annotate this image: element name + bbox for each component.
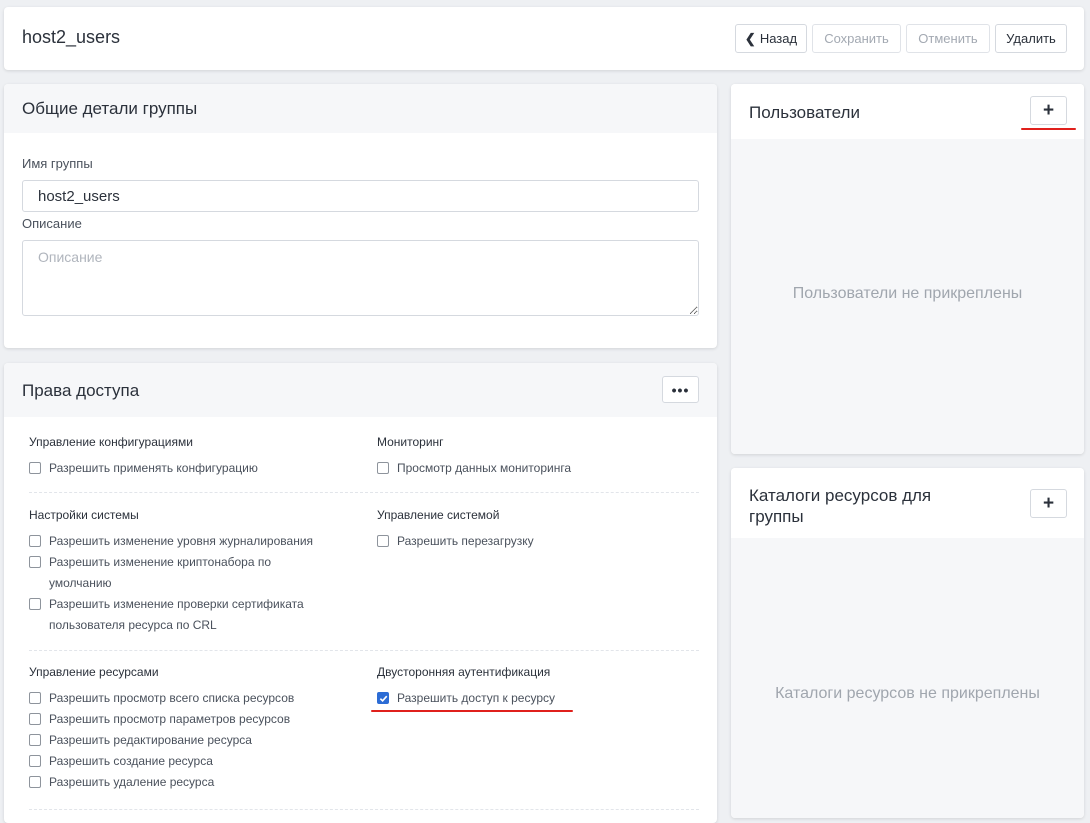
permission-item-label: Разрешить просмотр всего списка ресурсов <box>49 691 295 705</box>
checkbox[interactable] <box>377 462 389 474</box>
general-details-card: Общие детали группы Имя группы Описание <box>4 84 717 348</box>
permission-item-label: Просмотр данных мониторинга <box>397 461 572 475</box>
permission-group-title: Мониторинг <box>377 435 444 449</box>
back-button-label: Назад <box>759 31 798 46</box>
add-user-button[interactable]: + <box>1030 96 1067 125</box>
permission-item[interactable]: Разрешить создание ресурса <box>29 751 359 772</box>
card-header: Каталоги ресурсов для группы + <box>731 468 1084 538</box>
divider <box>29 809 699 810</box>
checkbox[interactable] <box>29 734 41 746</box>
permissions-card: Права доступа ••• Управление конфигураци… <box>4 363 717 823</box>
permission-item-label: Разрешить просмотр параметров ресурсов <box>49 712 291 726</box>
resource-catalogs-title: Каталоги ресурсов для группы <box>749 486 932 526</box>
permission-item[interactable]: Разрешить применять конфигурацию <box>29 458 359 479</box>
cancel-button-label: Отменить <box>918 31 978 46</box>
delete-button[interactable]: Удалить <box>995 24 1067 53</box>
permission-group-title: Двусторонняя аутентификация <box>377 665 551 679</box>
group-name-input[interactable] <box>22 180 699 212</box>
description-input[interactable] <box>22 240 699 316</box>
checkbox[interactable] <box>377 692 389 704</box>
permission-group-title: Управление ресурсами <box>29 665 159 679</box>
divider <box>29 492 699 493</box>
cancel-button[interactable]: Отменить <box>906 24 990 53</box>
permission-group: Двусторонняя аутентификация Разрешить до… <box>377 665 697 709</box>
permission-item-label: Разрешить изменение криптонабора по умол… <box>49 555 272 590</box>
permission-group-title: Настройки системы <box>29 508 139 522</box>
catalogs-empty-message: Каталоги ресурсов не прикреплены <box>775 685 1040 702</box>
resource-catalogs-card: Каталоги ресурсов для группы + Каталоги … <box>731 468 1084 818</box>
save-button[interactable]: Сохранить <box>812 24 901 53</box>
users-empty-message: Пользователи не прикреплены <box>792 285 1023 302</box>
users-title: Пользователи <box>749 103 860 122</box>
divider <box>29 650 699 651</box>
checkbox[interactable] <box>29 713 41 725</box>
permission-item[interactable]: Разрешить просмотр всего списка ресурсов <box>29 688 359 709</box>
permission-item-label: Разрешить перезагрузку <box>397 534 534 548</box>
checkbox[interactable] <box>29 535 41 547</box>
permission-item-label: Разрешить доступ к ресурсу <box>397 691 556 705</box>
plus-icon: + <box>1042 100 1055 121</box>
permission-group: Управление системой Разрешить перезагруз… <box>377 508 697 552</box>
more-options-button[interactable]: ••• <box>662 376 699 403</box>
permission-group-title: Управление системой <box>377 508 500 522</box>
plus-icon: + <box>1042 493 1055 514</box>
highlight-underline <box>1021 128 1076 130</box>
checkbox[interactable] <box>29 776 41 788</box>
page-header: host2_users ❮ Назад Сохранить Отменить У… <box>4 7 1084 70</box>
permission-item-label: Разрешить редактирование ресурса <box>49 733 252 747</box>
checkbox[interactable] <box>377 535 389 547</box>
permission-item[interactable]: Разрешить изменение криптонабора по умол… <box>29 552 334 594</box>
permission-item[interactable]: Разрешить просмотр параметров ресурсов <box>29 709 359 730</box>
permission-item[interactable]: Просмотр данных мониторинга <box>377 458 697 479</box>
permission-item[interactable]: Разрешить изменение проверки сертификата… <box>29 594 334 636</box>
permission-item[interactable]: Разрешить удаление ресурса <box>29 772 359 793</box>
checkbox[interactable] <box>29 462 41 474</box>
permission-item[interactable]: Разрешить изменение уровня журналировани… <box>29 531 334 552</box>
permission-item-label: Разрешить создание ресурса <box>49 754 213 768</box>
permissions-title: Права доступа <box>22 381 140 400</box>
delete-button-label: Удалить <box>1006 31 1056 46</box>
permission-item-label: Разрешить удаление ресурса <box>49 775 215 789</box>
permission-group: Управление ресурсами Разрешить просмотр … <box>29 665 359 793</box>
card-header: Пользователи + <box>731 84 1084 139</box>
permission-group: Мониторинг Просмотр данных мониторинга <box>377 435 697 479</box>
checkbox[interactable] <box>29 692 41 704</box>
checkbox[interactable] <box>29 755 41 767</box>
permission-group: Управление конфигурациями Разрешить прим… <box>29 435 359 479</box>
permission-item-label: Разрешить изменение уровня журналировани… <box>49 534 314 548</box>
permission-item[interactable]: Разрешить редактирование ресурса <box>29 730 359 751</box>
users-card: Пользователи + Пользователи не прикрепле… <box>731 84 1084 454</box>
ellipsis-icon: ••• <box>671 381 690 398</box>
checkbox[interactable] <box>29 598 41 610</box>
save-button-label: Сохранить <box>824 31 889 46</box>
general-details-title: Общие детали группы <box>22 99 198 118</box>
card-header: Общие детали группы <box>4 84 717 133</box>
card-header: Права доступа ••• <box>4 363 717 417</box>
highlight-underline <box>371 710 573 712</box>
permission-item[interactable]: Разрешить перезагрузку <box>377 531 697 552</box>
back-button[interactable]: ❮ Назад <box>735 24 807 53</box>
checkbox[interactable] <box>29 556 41 568</box>
permission-item[interactable]: Разрешить доступ к ресурсу <box>377 688 697 709</box>
permission-item-label: Разрешить применять конфигурацию <box>49 461 258 475</box>
permission-item-label: Разрешить изменение проверки сертификата… <box>49 597 304 632</box>
add-catalog-button[interactable]: + <box>1030 489 1067 518</box>
resource-catalogs-list <box>731 538 1084 818</box>
permission-group-title: Управление конфигурациями <box>29 435 193 449</box>
chevron-left-icon: ❮ <box>744 30 756 46</box>
page-title: host2_users <box>22 27 121 47</box>
group-name-label: Имя группы <box>22 156 93 171</box>
description-label: Описание <box>22 216 82 231</box>
permission-group: Настройки системы Разрешить изменение ур… <box>29 508 334 636</box>
